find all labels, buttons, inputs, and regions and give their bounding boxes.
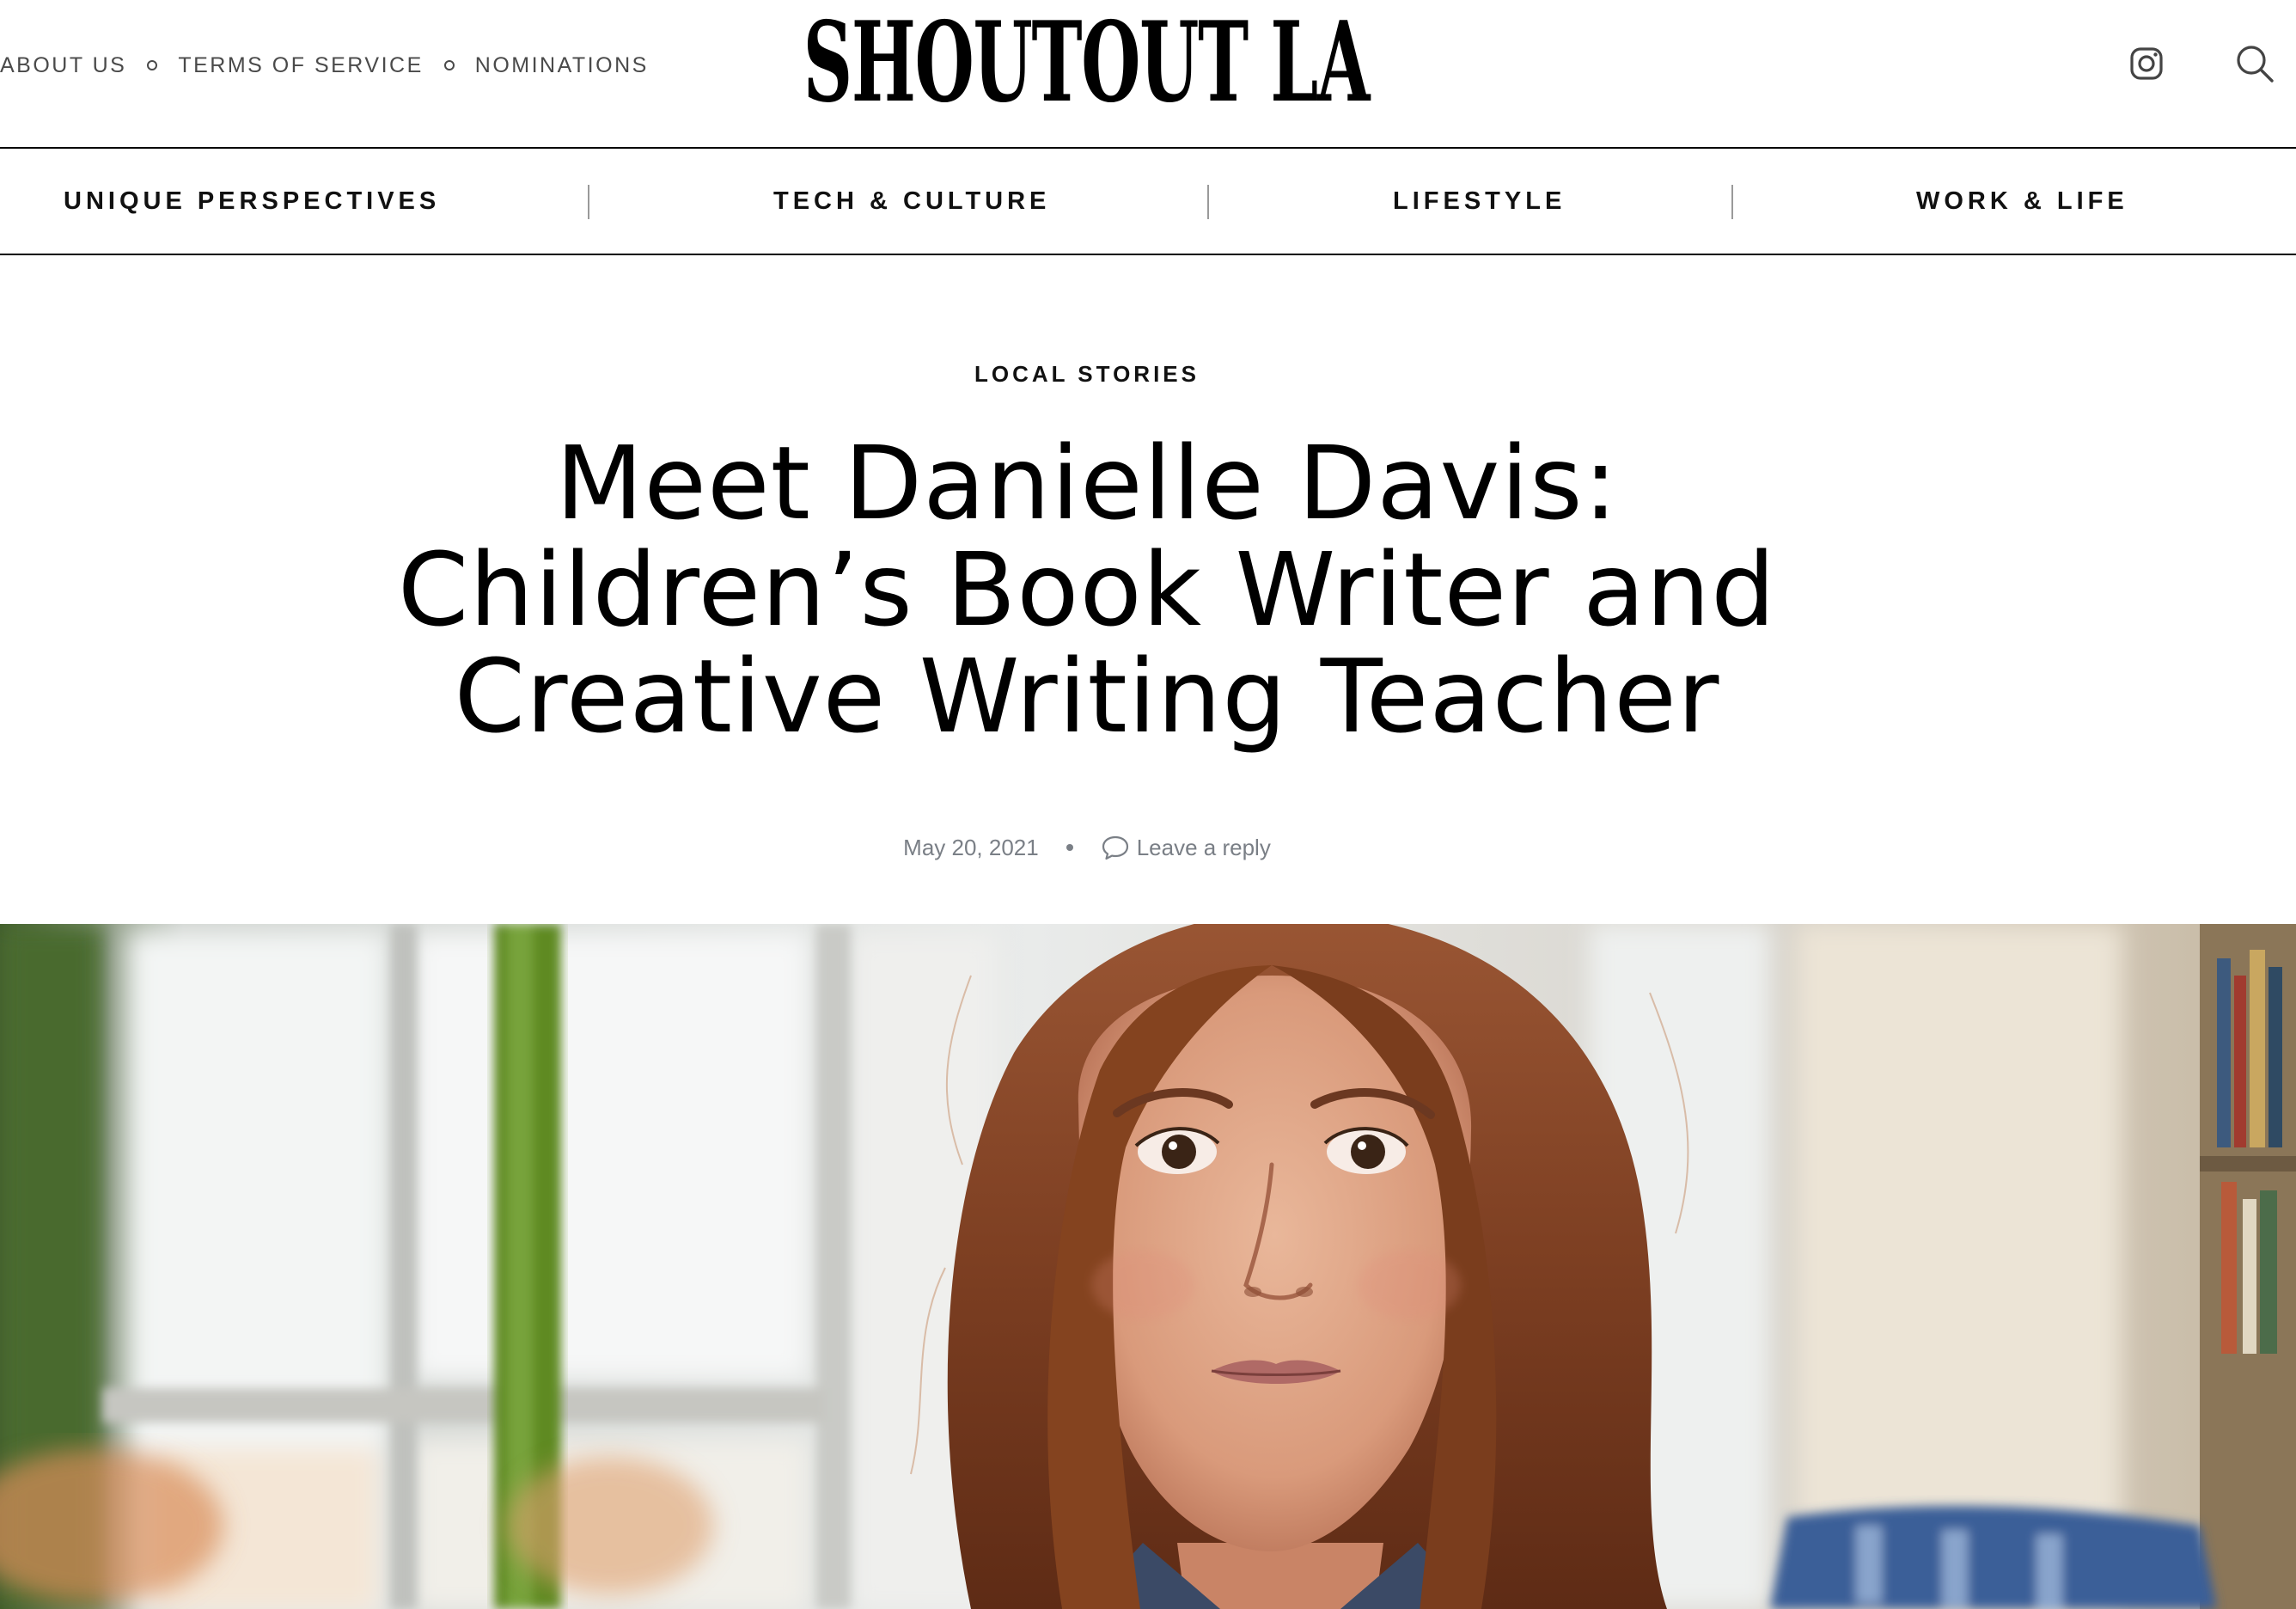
page: ABOUT US TERMS OF SERVICE NOMINATIONS SH… bbox=[0, 0, 2296, 1609]
instagram-icon[interactable] bbox=[2126, 43, 2167, 84]
about-us-link[interactable]: ABOUT US bbox=[0, 53, 126, 78]
nav-item-unique-perspectives[interactable]: UNIQUE PERSPECTIVES bbox=[64, 149, 440, 254]
leave-reply-label: Leave a reply bbox=[1136, 834, 1271, 860]
category-link[interactable]: LOCAL STORIES bbox=[0, 361, 2174, 388]
main-nav: UNIQUE PERSPECTIVES TECH & CULTURE LIFES… bbox=[0, 149, 2296, 255]
portrait-illustration bbox=[0, 924, 2296, 1609]
nav-item-tech-culture[interactable]: TECH & CULTURE bbox=[773, 149, 1050, 254]
comment-icon bbox=[1101, 833, 1130, 862]
top-header: ABOUT US TERMS OF SERVICE NOMINATIONS SH… bbox=[0, 0, 2296, 149]
separator-dot bbox=[147, 60, 158, 70]
leave-reply-link[interactable]: Leave a reply bbox=[1101, 833, 1271, 862]
title-line: Creative Writing Teacher bbox=[454, 637, 1720, 756]
nav-divider bbox=[588, 185, 589, 219]
search-icon[interactable] bbox=[2234, 43, 2275, 84]
nav-divider bbox=[1731, 185, 1733, 219]
nav-item-work-life[interactable]: WORK & LIFE bbox=[1916, 149, 2128, 254]
nav-divider bbox=[1207, 185, 1209, 219]
article-title: Meet Danielle Davis: Children’s Book Wri… bbox=[361, 430, 1813, 749]
terms-of-service-link[interactable]: TERMS OF SERVICE bbox=[178, 53, 423, 78]
hero-photo bbox=[0, 924, 2296, 1609]
article-meta: May 20, 2021 Leave a reply bbox=[0, 830, 2174, 865]
separator-dot bbox=[443, 60, 455, 70]
nav-item-lifestyle[interactable]: LIFESTYLE bbox=[1393, 149, 1566, 254]
meta-separator bbox=[1066, 844, 1073, 851]
title-line: Meet Danielle Davis: bbox=[555, 424, 1619, 542]
site-logo[interactable]: SHOUTOUT LA bbox=[803, 7, 1371, 119]
title-line: Children’s Book Writer and bbox=[397, 530, 1777, 649]
publish-date[interactable]: May 20, 2021 bbox=[903, 835, 1039, 861]
top-links: ABOUT US TERMS OF SERVICE NOMINATIONS bbox=[0, 48, 649, 83]
nominations-link[interactable]: NOMINATIONS bbox=[475, 53, 649, 78]
